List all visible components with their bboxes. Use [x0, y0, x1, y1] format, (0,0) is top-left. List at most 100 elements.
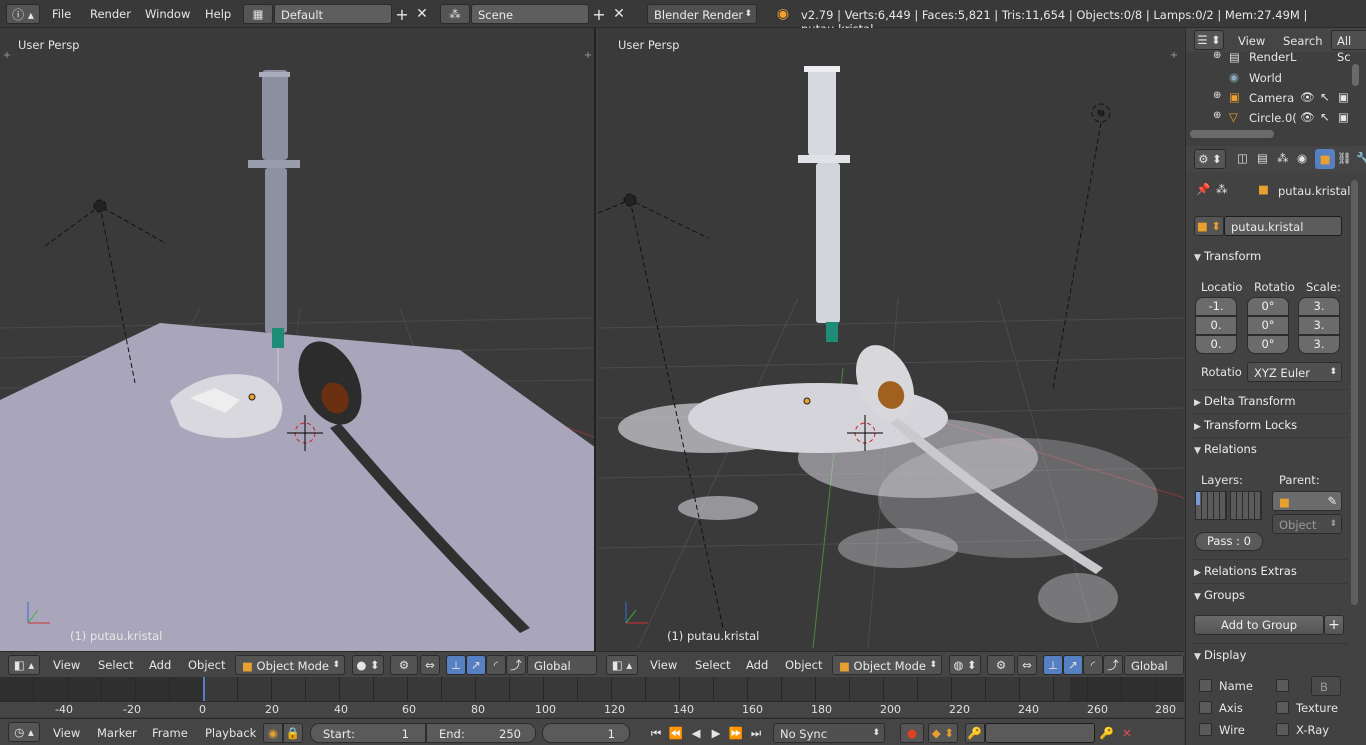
- start-frame-field[interactable]: Start: 1: [310, 723, 426, 743]
- cursor-icon[interactable]: ↖: [1320, 90, 1330, 104]
- outliner-row[interactable]: ◉ World: [1186, 70, 1351, 88]
- panel-display-header[interactable]: ▼ Display: [1194, 644, 1346, 666]
- scene-icon[interactable]: ⁂: [440, 4, 470, 24]
- menu-window[interactable]: Window: [145, 7, 190, 21]
- timeline[interactable]: -40 -20 0 20 40 60 80 100 120 140 160 18…: [0, 677, 1184, 717]
- scale-z-field[interactable]: 3.: [1298, 335, 1340, 354]
- lock-icon[interactable]: 🔒: [283, 723, 303, 743]
- editor-type-3dview-icon[interactable]: ◧ ▴: [8, 655, 40, 675]
- shading-select-right[interactable]: ◍ ⬍: [949, 655, 981, 675]
- timeline-strip[interactable]: [0, 677, 1184, 701]
- menu-frame[interactable]: Frame: [152, 726, 188, 740]
- translate-icon-right[interactable]: ⊥: [1043, 655, 1063, 675]
- eye-icon[interactable]: 👁: [1300, 90, 1315, 104]
- viewport-right[interactable]: + User Persp (1) putau.kristal: [598, 28, 1184, 651]
- display-xray-checkbox[interactable]: [1276, 723, 1289, 736]
- rotation-z-field[interactable]: 0°: [1247, 335, 1289, 354]
- expand-icon[interactable]: ⊕: [1213, 50, 1221, 61]
- scene-tab-icon[interactable]: ⁂: [1277, 151, 1289, 165]
- orientation-select-left[interactable]: Global: [527, 655, 597, 675]
- menu-view-left[interactable]: View: [53, 658, 80, 672]
- display-texture-checkbox[interactable]: [1276, 701, 1289, 714]
- manipulator-toggle-left[interactable]: ⇔: [420, 655, 440, 675]
- outliner-view-menu[interactable]: View: [1238, 34, 1265, 48]
- render-icon[interactable]: ▣: [1338, 110, 1349, 124]
- rotation-y-field[interactable]: 0°: [1247, 316, 1289, 335]
- outliner-hscrollbar[interactable]: [1190, 130, 1274, 138]
- layout-screen-icon[interactable]: ▦: [243, 4, 273, 24]
- menu-playback[interactable]: Playback: [205, 726, 256, 740]
- panel-relations-header[interactable]: ▼ Relations: [1194, 438, 1346, 460]
- delete-keyframe-icon[interactable]: ✕: [1117, 723, 1137, 743]
- outliner-row[interactable]: ⊕ ▣ Camera 👁 ↖ ▣: [1186, 90, 1351, 108]
- editor-type-properties-icon[interactable]: ⚙ ⬍: [1194, 149, 1226, 169]
- play-reverse-icon[interactable]: ◀: [687, 724, 705, 742]
- outliner-row[interactable]: ⊕ ▽ Circle.0( 👁 ↖ ▣: [1186, 110, 1351, 128]
- mode-select-left[interactable]: ■ Object Mode ⬍: [235, 655, 345, 675]
- editor-type-info-icon[interactable]: ⓘ ▴: [6, 4, 40, 24]
- display-bounds-checkbox[interactable]: [1276, 679, 1289, 692]
- object-type-icon[interactable]: ■ ⬍: [1194, 216, 1224, 236]
- outliner-search-menu[interactable]: Search: [1283, 34, 1323, 48]
- use-preview-range-icon[interactable]: ◉: [263, 723, 283, 743]
- outliner-filter-select[interactable]: All Sc: [1331, 30, 1366, 64]
- snap-icon-left[interactable]: ⤴: [506, 655, 526, 675]
- add-group-plus-button[interactable]: +: [1324, 615, 1344, 635]
- panel-groups-header[interactable]: ▼ Groups: [1194, 584, 1346, 606]
- prev-keyframe-icon[interactable]: ⏪: [667, 724, 685, 742]
- render-engine-select[interactable]: Blender Render ⬍: [647, 4, 757, 24]
- menu-add-right[interactable]: Add: [746, 658, 768, 672]
- scene-close-icon[interactable]: ✕: [610, 4, 628, 24]
- pivot-select-left[interactable]: ⚙: [390, 655, 418, 675]
- location-x-field[interactable]: -1.: [1195, 297, 1237, 316]
- outliner-vscrollbar[interactable]: [1352, 64, 1359, 86]
- panel-delta-transform-header[interactable]: ▶ Delta Transform: [1194, 390, 1346, 412]
- manipulator-toggle-right[interactable]: ⇔: [1017, 655, 1037, 675]
- layout-add-icon[interactable]: +: [393, 4, 411, 24]
- sync-mode-select[interactable]: No Sync ⬍: [773, 723, 885, 743]
- layers-grid-right[interactable]: [1230, 491, 1262, 520]
- scene-add-icon[interactable]: +: [590, 4, 608, 24]
- panel-transform-locks-header[interactable]: ▶ Transform Locks: [1194, 414, 1346, 436]
- viewport-left-corner-plus[interactable]: +: [2, 50, 12, 61]
- pass-index-field[interactable]: Pass : 0: [1195, 532, 1263, 551]
- record-icon[interactable]: ●: [900, 723, 924, 743]
- eyedropper-icon[interactable]: ✎: [1327, 493, 1337, 509]
- scale-icon-left[interactable]: ◜: [486, 655, 506, 675]
- menu-view-timeline[interactable]: View: [53, 726, 80, 740]
- layout-name-field[interactable]: Default: [274, 4, 392, 24]
- end-frame-field[interactable]: End: 250: [426, 723, 536, 743]
- next-keyframe-icon[interactable]: ⏩: [727, 724, 745, 742]
- object-name-field[interactable]: putau.kristal: [1224, 216, 1342, 236]
- display-name-checkbox[interactable]: [1199, 679, 1212, 692]
- scale-x-field[interactable]: 3.: [1298, 297, 1340, 316]
- editor-type-3dview-icon-right[interactable]: ◧ ▴: [606, 655, 638, 675]
- menu-help[interactable]: Help: [205, 7, 231, 21]
- add-to-group-button[interactable]: Add to Group: [1194, 615, 1324, 635]
- outliner-row[interactable]: ⊕ ▤ RenderL: [1186, 50, 1351, 66]
- world-tab-icon[interactable]: ◉: [1297, 151, 1307, 165]
- location-y-field[interactable]: 0.: [1195, 316, 1237, 335]
- menu-select-right[interactable]: Select: [695, 658, 730, 672]
- panel-transform-header[interactable]: ▼ Transform: [1194, 245, 1346, 267]
- pin-icon[interactable]: 📌: [1196, 182, 1210, 196]
- cursor-icon[interactable]: ↖: [1320, 110, 1330, 124]
- bounds-type-select[interactable]: B: [1311, 676, 1341, 696]
- viewport-left-corner-plus-right[interactable]: +: [583, 50, 593, 61]
- location-z-field[interactable]: 0.: [1195, 335, 1237, 354]
- render-icon[interactable]: ▣: [1338, 90, 1349, 104]
- jump-end-icon[interactable]: ⏭: [747, 724, 765, 742]
- current-frame-line[interactable]: [203, 677, 205, 701]
- scale-icon-right[interactable]: ◜: [1083, 655, 1103, 675]
- active-keying-set-icon[interactable]: 🔑: [965, 723, 985, 743]
- pivot-select-right[interactable]: ⚙: [987, 655, 1015, 675]
- properties-scrollbar[interactable]: [1351, 180, 1358, 605]
- keying-set-field[interactable]: [985, 723, 1095, 743]
- panel-relations-extras-header[interactable]: ▶ Relations Extras: [1194, 560, 1346, 582]
- menu-select-left[interactable]: Select: [98, 658, 133, 672]
- parent-field[interactable]: ■ ✎: [1272, 491, 1342, 511]
- viewport-left[interactable]: + + User Persp (1) putau.kristal: [0, 28, 596, 651]
- menu-object-right[interactable]: Object: [785, 658, 822, 672]
- keying-set-icon[interactable]: ◆ ⬍: [928, 723, 958, 743]
- expand-icon[interactable]: ⊕: [1213, 90, 1221, 101]
